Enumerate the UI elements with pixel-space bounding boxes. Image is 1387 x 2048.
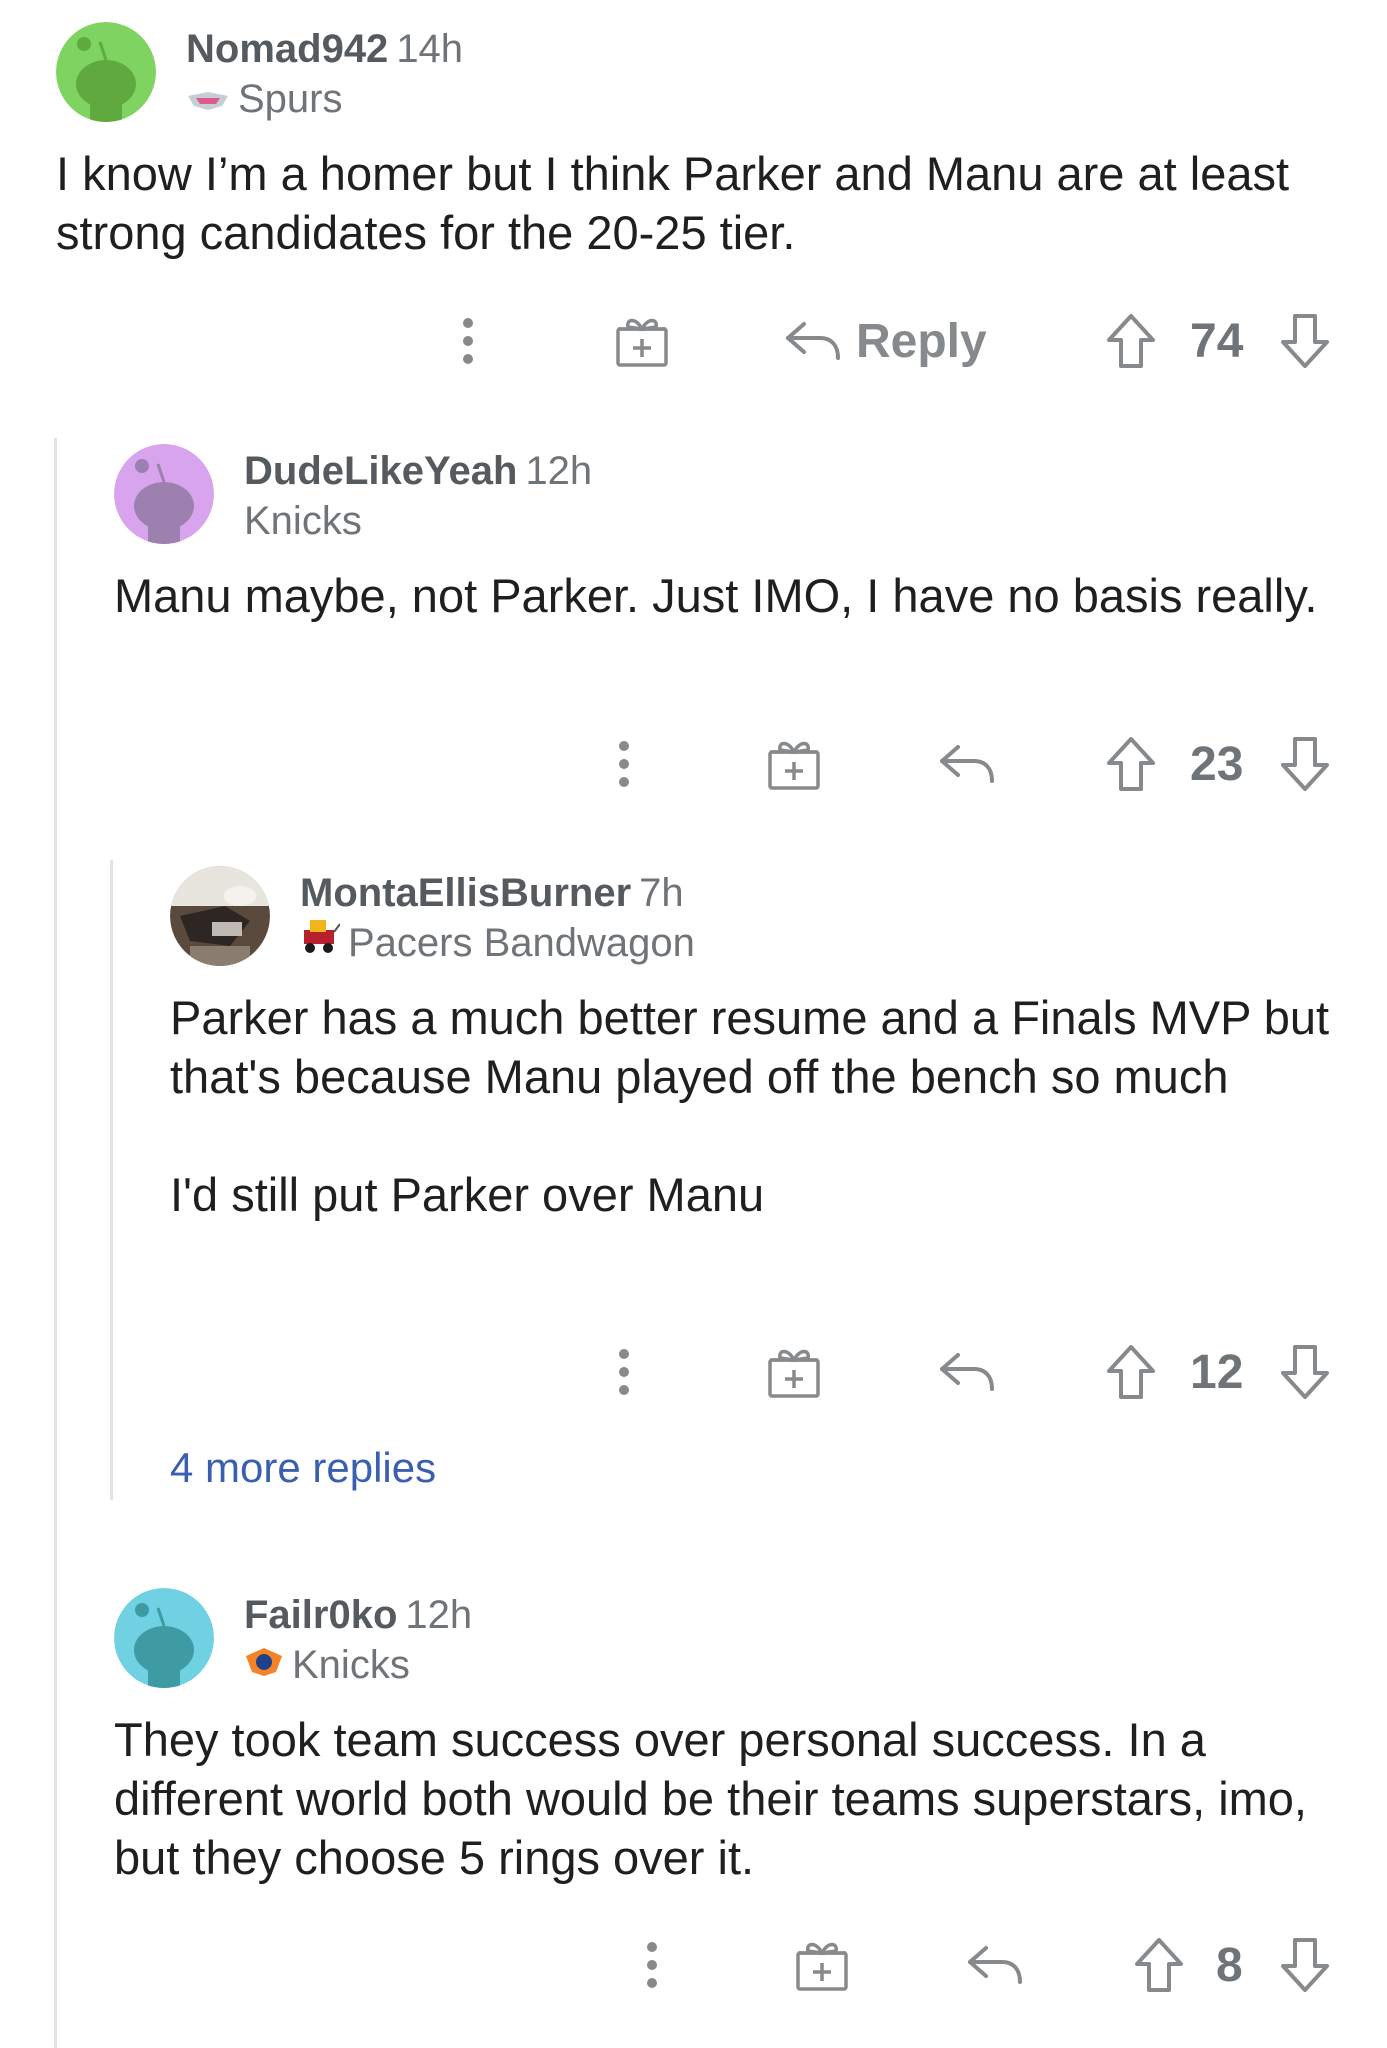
user-flair: Knicks (244, 499, 362, 543)
username[interactable]: MontaEllisBurner (300, 871, 631, 915)
photo-avatar-icon (170, 866, 270, 966)
timestamp: 14h (396, 27, 464, 71)
downvote-button[interactable] (1280, 1337, 1330, 1407)
comment-text: I know I’m a homer but I think Parker an… (56, 147, 1290, 259)
comment-paragraph: I'd still put Parker over Manu (170, 1168, 765, 1221)
award-button[interactable] (766, 729, 822, 799)
avatar[interactable] (56, 22, 156, 122)
upvote-button[interactable] (1134, 1930, 1184, 2000)
comment-body: Parker has a much better resume and a Fi… (170, 988, 1350, 1224)
reply-label: Reply (856, 314, 987, 368)
reply-button[interactable]: Reply (784, 306, 987, 376)
comment-body: Manu maybe, not Parker. Just IMO, I have… (114, 566, 1344, 625)
comment-actions: 23 (0, 729, 1387, 799)
comment-text: They took team success over personal suc… (114, 1713, 1307, 1884)
award-button[interactable] (766, 1337, 822, 1407)
username[interactable]: Failr0ko (244, 1593, 397, 1637)
vote-count: 23 (1190, 737, 1244, 791)
comment-body: They took team success over personal suc… (114, 1710, 1344, 1887)
score: 12 (1190, 1337, 1243, 1407)
downvote-arrow-icon (1281, 1938, 1329, 1992)
upvote-button[interactable] (1106, 306, 1156, 376)
comment-failr0ko: Failr0ko 12h Knicks They took team succes… (114, 1588, 1344, 1887)
thread-line-depth1[interactable] (54, 438, 57, 2048)
avatar[interactable] (170, 866, 270, 966)
award-button[interactable] (794, 1930, 850, 2000)
comment-montaellisburner: MontaEllisBurner 7h Pacers Bandwagon Park… (170, 866, 1350, 1224)
comment-header: MontaEllisBurner 7h Pacers Bandwagon (170, 866, 1350, 966)
comment-text: Manu maybe, not Parker. Just IMO, I have… (114, 569, 1318, 622)
comment-actions: Reply 74 (0, 306, 1387, 376)
timestamp: 12h (525, 449, 593, 493)
more-options-button[interactable] (616, 729, 632, 799)
comment-dudelikeyeah: DudeLikeYeah 12h Knicks Manu maybe, not P… (114, 444, 1344, 625)
vote-count: 12 (1190, 1345, 1244, 1399)
gift-icon (768, 1349, 820, 1398)
vote-count: 8 (1216, 1938, 1243, 1992)
user-flair: Spurs (238, 77, 343, 121)
gift-icon (616, 318, 668, 367)
reply-button[interactable] (966, 1930, 1024, 2000)
user-flair: Knicks (292, 1643, 410, 1687)
avatar[interactable] (114, 444, 214, 544)
more-vertical-icon (619, 741, 629, 787)
upvote-button[interactable] (1106, 729, 1156, 799)
vote-count: 74 (1190, 314, 1244, 368)
comment-nomad942: Nomad942 14h Spurs I know I’m a homer but… (56, 22, 1346, 262)
gift-icon (796, 1942, 848, 1991)
upvote-arrow-icon (1135, 1938, 1183, 1992)
comment-actions: 12 (0, 1337, 1387, 1407)
user-flair: Pacers Bandwagon (348, 921, 695, 965)
more-vertical-icon (647, 1942, 657, 1988)
downvote-arrow-icon (1281, 1345, 1329, 1399)
reply-arrow-icon (786, 322, 840, 360)
snoo-avatar-icon (114, 444, 214, 544)
reply-button[interactable] (938, 729, 996, 799)
spurs-logo-icon (186, 74, 230, 124)
downvote-button[interactable] (1280, 306, 1330, 376)
comment-paragraph: Parker has a much better resume and a Fi… (170, 991, 1330, 1103)
comment-header: Nomad942 14h Spurs (56, 22, 1346, 122)
upvote-arrow-icon (1107, 1345, 1155, 1399)
upvote-arrow-icon (1107, 737, 1155, 791)
upvote-button[interactable] (1106, 1337, 1156, 1407)
timestamp: 12h (405, 1593, 473, 1637)
reply-arrow-icon (968, 1946, 1022, 1984)
more-options-button[interactable] (644, 1930, 660, 2000)
comment-actions: 8 (0, 1930, 1387, 2000)
more-vertical-icon (463, 318, 473, 364)
username[interactable]: DudeLikeYeah (244, 449, 517, 493)
upvote-arrow-icon (1107, 314, 1155, 368)
knicks-logo-icon (244, 1640, 284, 1690)
avatar[interactable] (114, 1588, 214, 1688)
downvote-button[interactable] (1280, 1930, 1330, 2000)
more-replies-link[interactable]: 4 more replies (170, 1444, 436, 1492)
comment-body: I know I’m a homer but I think Parker an… (56, 144, 1346, 262)
snoo-avatar-icon (114, 1588, 214, 1688)
downvote-arrow-icon (1281, 737, 1329, 791)
downvote-arrow-icon (1281, 314, 1329, 368)
snoo-avatar-icon (56, 22, 156, 122)
more-vertical-icon (619, 1349, 629, 1395)
more-options-button[interactable] (616, 1337, 632, 1407)
score: 74 (1190, 306, 1243, 376)
comment-header: Failr0ko 12h Knicks (114, 1588, 1344, 1688)
comment-header: DudeLikeYeah 12h Knicks (114, 444, 1344, 544)
award-button[interactable] (614, 306, 670, 376)
username[interactable]: Nomad942 (186, 27, 388, 71)
gift-icon (768, 741, 820, 790)
reply-arrow-icon (940, 745, 994, 783)
timestamp: 7h (639, 871, 684, 915)
more-options-button[interactable] (460, 306, 476, 376)
bandwagon-icon (300, 918, 341, 968)
reply-arrow-icon (940, 1353, 994, 1391)
downvote-button[interactable] (1280, 729, 1330, 799)
score: 23 (1190, 729, 1243, 799)
score: 8 (1216, 1930, 1243, 2000)
reply-button[interactable] (938, 1337, 996, 1407)
